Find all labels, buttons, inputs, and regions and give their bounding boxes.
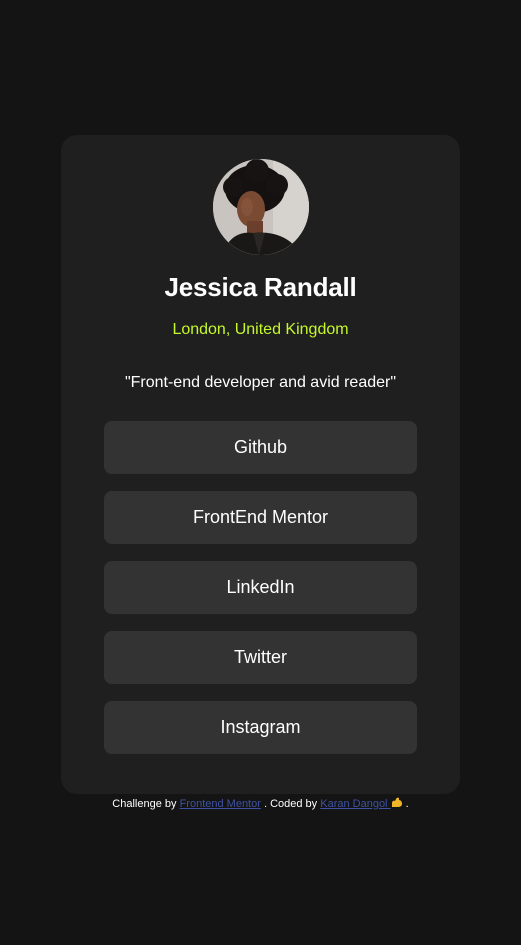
social-links-list: Github FrontEnd Mentor LinkedIn Twitter … [104,421,417,771]
flexed-biceps-icon [391,797,402,807]
profile-location: London, United Kingdom [172,321,349,338]
footer-suffix: . [405,798,409,810]
footer-coded-text: . Coded by [263,798,318,810]
author-name: Karan Dangol [320,798,388,810]
profile-card: Jessica Randall London, United Kingdom "… [61,135,460,794]
attribution-footer: Challenge by Frontend Mentor . Coded by … [0,797,521,811]
link-button-instagram[interactable]: Instagram [104,701,417,754]
link-button-frontend-mentor[interactable]: FrontEnd Mentor [104,491,417,544]
frontend-mentor-link[interactable]: Frontend Mentor [180,798,261,810]
footer-challenge-text: Challenge by [112,798,177,810]
link-button-twitter[interactable]: Twitter [104,631,417,684]
author-link[interactable]: Karan Dangol [320,797,402,810]
avatar [213,159,309,255]
link-button-linkedin[interactable]: LinkedIn [104,561,417,614]
link-button-github[interactable]: Github [104,421,417,474]
profile-name: Jessica Randall [164,272,357,302]
profile-bio: "Front-end developer and avid reader" [124,374,397,391]
portrait-photo-icon [213,159,309,255]
